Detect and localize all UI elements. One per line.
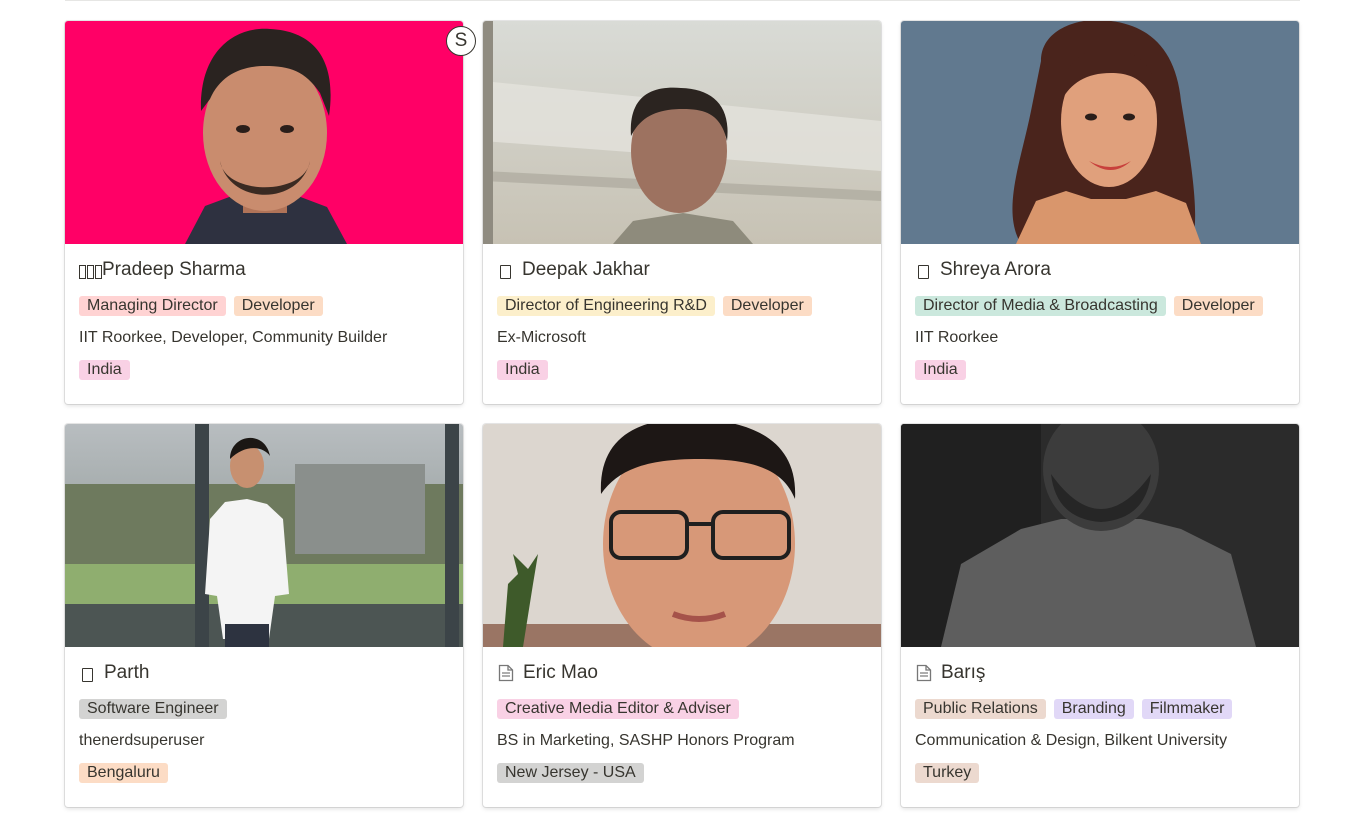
- top-divider: [65, 0, 1300, 1]
- gallery-grid: Pradeep Sharma Managing Director Develop…: [65, 21, 1299, 807]
- role-tag: Developer: [1173, 296, 1263, 316]
- role-tag: Software Engineer: [79, 699, 227, 719]
- location-tag: India: [497, 360, 548, 380]
- profile-card-shreya-arora[interactable]: Shreya Arora Director of Media & Broadca…: [901, 21, 1299, 404]
- role-tag: Public Relations: [915, 699, 1046, 719]
- role-tags: Director of Media & Broadcasting Develop…: [915, 296, 1286, 318]
- role-tags: Director of Engineering R&D Developer: [497, 296, 868, 318]
- profile-card-deepak-jakhar[interactable]: Deepak Jakhar Director of Engineering R&…: [483, 21, 881, 404]
- role-tags: Software Engineer: [79, 699, 450, 721]
- profile-description: IIT Roorkee, Developer, Community Builde…: [79, 329, 388, 346]
- cover-photo: [483, 424, 881, 647]
- broken-glyph-icon: [918, 264, 929, 279]
- cover-photo: [483, 21, 881, 244]
- page-icon: [497, 664, 515, 682]
- role-tag: Director of Media & Broadcasting: [915, 296, 1166, 316]
- location-tag: India: [79, 360, 130, 380]
- profile-description: IIT Roorkee: [915, 329, 999, 346]
- cover-photo: [901, 424, 1299, 647]
- profile-name: Deepak Jakhar: [522, 259, 650, 280]
- role-tag: Creative Media Editor & Adviser: [497, 699, 739, 719]
- profile-card-eric-mao[interactable]: Eric Mao Creative Media Editor & Adviser…: [483, 424, 881, 807]
- profile-card-pradeep-sharma[interactable]: Pradeep Sharma Managing Director Develop…: [65, 21, 463, 404]
- profile-name: Eric Mao: [523, 662, 598, 683]
- profile-description: thenerdsuperuser: [79, 732, 205, 749]
- cover-photo: [65, 21, 463, 244]
- avatar[interactable]: S: [446, 26, 476, 56]
- role-tag: Developer: [233, 296, 323, 316]
- role-tag: Filmmaker: [1141, 699, 1233, 719]
- location-tag: Turkey: [915, 763, 980, 783]
- location-tag: Bengaluru: [79, 763, 168, 783]
- role-tag: Managing Director: [79, 296, 226, 316]
- page-icon: [915, 664, 933, 682]
- profile-name: Shreya Arora: [940, 259, 1051, 280]
- role-tags: Creative Media Editor & Adviser: [497, 699, 868, 721]
- profile-description: Communication & Design, Bilkent Universi…: [915, 732, 1228, 749]
- role-tag: Branding: [1053, 699, 1134, 719]
- broken-glyph-icon: [82, 667, 93, 682]
- broken-glyph-icon: [79, 261, 102, 279]
- profile-description: Ex-Microsoft: [497, 329, 586, 346]
- cover-photo: [65, 424, 463, 647]
- role-tag: Developer: [722, 296, 812, 316]
- profile-card-baris[interactable]: Barış Public Relations Branding Filmmake…: [901, 424, 1299, 807]
- role-tag: Director of Engineering R&D: [497, 296, 715, 316]
- location-tag: New Jersey - USA: [497, 763, 644, 783]
- profile-description: BS in Marketing, SASHP Honors Program: [497, 732, 795, 749]
- cover-photo: [901, 21, 1299, 244]
- profile-name: Pradeep Sharma: [102, 259, 246, 280]
- role-tags: Managing Director Developer: [79, 296, 450, 318]
- profile-name: Barış: [941, 662, 986, 683]
- profile-card-parth[interactable]: Parth Software Engineer thenerdsuperuser…: [65, 424, 463, 807]
- location-tag: India: [915, 360, 966, 380]
- role-tags: Public Relations Branding Filmmaker: [915, 699, 1286, 721]
- profile-name: Parth: [104, 662, 150, 683]
- broken-glyph-icon: [500, 264, 511, 279]
